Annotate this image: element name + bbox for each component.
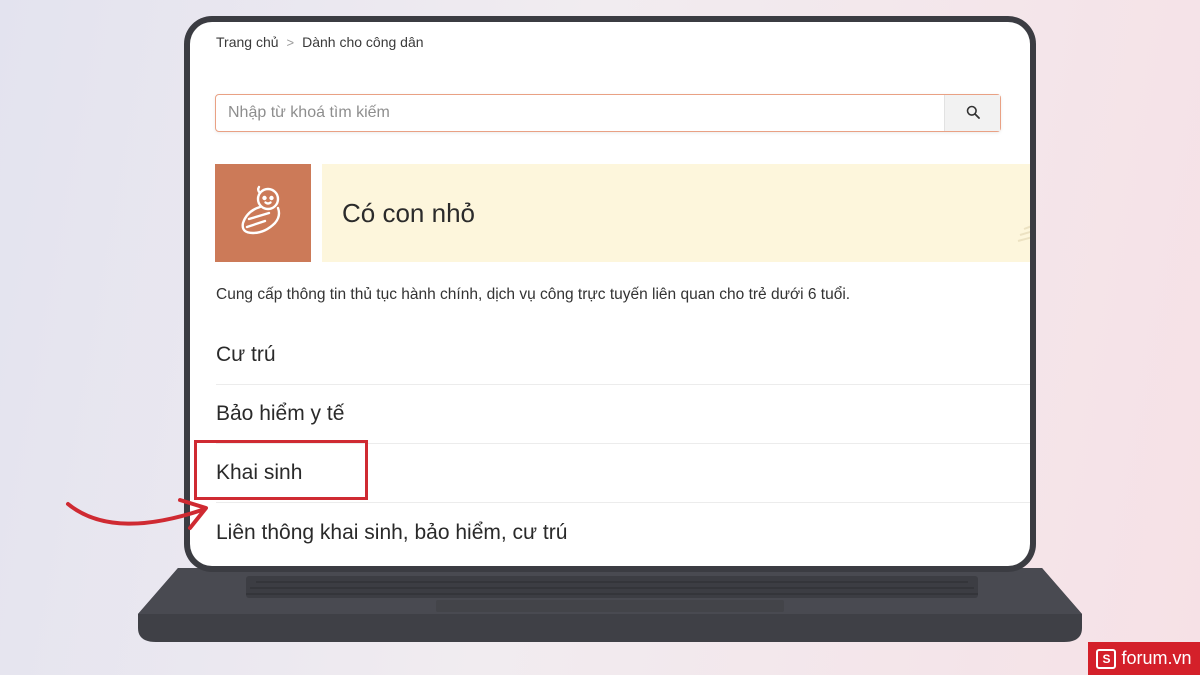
breadcrumb: Trang chủ > Dành cho công dân (216, 34, 424, 50)
banner-icon-tile (215, 164, 311, 262)
search-input[interactable] (216, 95, 944, 131)
search-button[interactable] (944, 95, 1000, 131)
sforum-logo-icon: S (1096, 648, 1117, 669)
banner-decoration (1014, 215, 1030, 248)
breadcrumb-home[interactable]: Trang chủ (216, 34, 279, 50)
category-item-lien-thong[interactable]: Liên thông khai sinh, bảo hiểm, cư trú (216, 503, 1030, 562)
search-bar (215, 94, 1001, 132)
search-icon (966, 105, 980, 122)
watermark-text: forum.vn (1121, 648, 1192, 668)
baby-icon (235, 183, 291, 244)
category-item-bao-hiem-y-te[interactable]: Bảo hiểm y tế (216, 385, 1030, 444)
laptop-base (138, 568, 1082, 642)
category-description: Cung cấp thông tin thủ tục hành chính, d… (216, 286, 851, 303)
banner-title-box: Có con nhỏ (322, 164, 1030, 262)
sforum-watermark: S forum.vn (1088, 642, 1200, 675)
breadcrumb-current[interactable]: Dành cho công dân (302, 34, 423, 50)
banner-title: Có con nhỏ (342, 197, 475, 228)
category-item-cu-tru[interactable]: Cư trú (216, 326, 1030, 385)
breadcrumb-separator: > (286, 34, 295, 50)
arrow-annotation-icon (62, 488, 232, 553)
